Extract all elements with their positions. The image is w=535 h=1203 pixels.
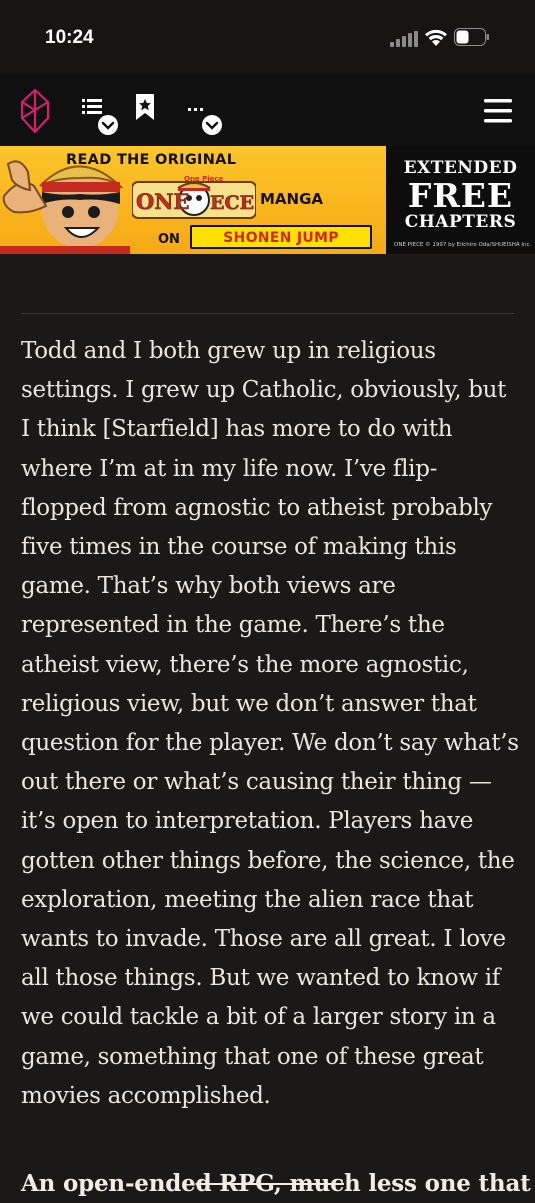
one-piece-logo-small-text: One Piece	[184, 175, 224, 183]
ad-copyright: ONE PIECE © 1997 by Eiichiro Oda/SHUEISH…	[394, 242, 532, 248]
ad-read-text: READ THE ORIGINAL	[66, 152, 237, 168]
article-next-paragraph: An open-ended RPG, much less one that	[21, 1164, 531, 1203]
status-time: 10:24	[45, 27, 94, 48]
wifi-icon	[425, 29, 447, 46]
next-paragraph-start: An open-ende	[21, 1170, 196, 1197]
article-paragraph: Todd and I both grew up in religious set…	[21, 338, 519, 1109]
hamburger-menu-icon	[484, 99, 512, 123]
ad-banner[interactable]: READ THE ORIGINAL ONE ECE One Piece MANG…	[0, 146, 535, 254]
shonen-jump-logo: SHONEN JUMP	[190, 225, 372, 249]
more-options-button[interactable]	[185, 92, 229, 138]
one-piece-logo-text-left: ONE	[136, 189, 190, 214]
ad-free-text: FREE	[407, 176, 514, 215]
one-piece-logo-text-right: ECE	[210, 192, 254, 214]
ad-manga-text: MANGA	[260, 190, 324, 208]
next-paragraph-end: h less one that	[343, 1170, 531, 1197]
logo-icon[interactable]	[18, 88, 52, 134]
section-divider	[21, 313, 514, 314]
ad-on-text: ON	[158, 232, 180, 247]
table-of-contents-button[interactable]	[80, 92, 124, 138]
hamburger-menu-button[interactable]	[482, 96, 516, 126]
battery-icon	[454, 28, 489, 46]
one-piece-logo: ONE ECE One Piece	[132, 175, 256, 219]
list-icon	[82, 99, 118, 135]
more-icon	[188, 108, 222, 135]
bookmark-button[interactable]	[134, 92, 178, 138]
bookmark-icon	[136, 94, 154, 120]
status-bar: 10:24	[0, 0, 535, 74]
next-paragraph-struck: d RPG, muc	[195, 1170, 345, 1197]
ad-chapters-text: CHAPTERS	[404, 212, 517, 232]
signal-icon	[390, 31, 418, 47]
ad-extended-text: EXTENDED	[403, 158, 518, 178]
